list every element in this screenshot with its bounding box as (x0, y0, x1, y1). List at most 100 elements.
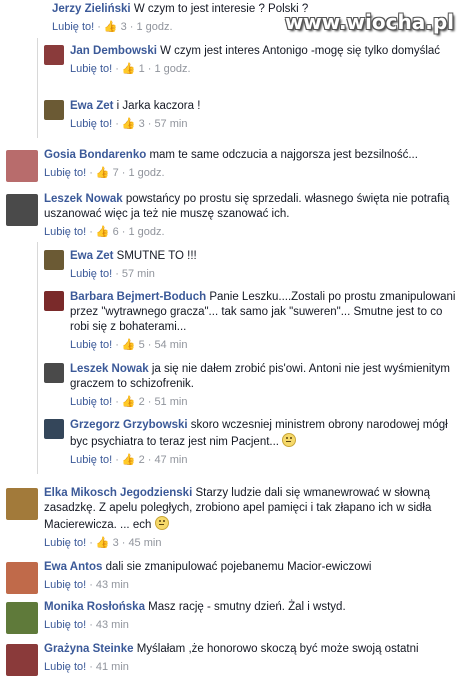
like-button[interactable]: Lubię to! (70, 268, 112, 280)
like-count: 6 (112, 226, 119, 238)
comment-author[interactable]: Ewa Antos (44, 561, 102, 573)
like-button[interactable]: Lubię to! (44, 661, 86, 673)
comment-author[interactable]: Ewa Zet (70, 250, 113, 262)
like-button[interactable]: Lubię to! (52, 21, 94, 33)
comment-author[interactable]: Grażyna Steinke (44, 643, 133, 655)
comment-meta: Lubię to! · 👍 5 · 54 min (70, 339, 188, 351)
comment: Grażyna Steinke Myślałam ,że honorowo sk… (6, 642, 464, 676)
timestamp[interactable]: 51 min (154, 396, 187, 408)
timestamp[interactable]: 57 min (122, 268, 155, 280)
avatar[interactable] (6, 488, 38, 520)
like-button[interactable]: Lubię to! (70, 63, 112, 75)
like-count: 3 (112, 537, 119, 549)
comment-text: dali sie zmanipulować pojebanemu Macior-… (105, 561, 372, 573)
timestamp[interactable]: 1 godz. (128, 226, 164, 238)
timestamp[interactable]: 1 godz. (136, 21, 172, 33)
like-count: 3 (138, 118, 145, 130)
timestamp[interactable]: 54 min (154, 339, 187, 351)
comment-author[interactable]: Jan Dembowski (70, 45, 157, 57)
timestamp[interactable]: 41 min (96, 661, 129, 673)
like-button[interactable]: Lubię to! (70, 396, 112, 408)
reply: Leszek Nowak ja się nie dałem zrobić pis… (44, 362, 464, 410)
comment-author[interactable]: Elka Mikosch Jegodzienski (44, 487, 192, 499)
thumbs-up-icon: 👍 (95, 537, 110, 549)
comment-meta: Lubię to! · 43 min (44, 619, 129, 631)
timestamp[interactable]: 1 godz. (128, 167, 164, 179)
comment-meta: Lubię to! · 41 min (44, 661, 129, 673)
like-button[interactable]: Lubię to! (44, 537, 86, 549)
avatar[interactable] (44, 45, 64, 65)
reply: Barbara Bejmert-Boduch Panie Leszku....Z… (44, 290, 464, 353)
comment-meta: Lubię to! · 👍 3 · 45 min (44, 537, 162, 549)
comment-author[interactable]: Jerzy Zieliński (52, 3, 131, 15)
avatar[interactable] (44, 419, 64, 439)
avatar[interactable] (6, 562, 38, 594)
avatar[interactable] (44, 100, 64, 120)
timestamp[interactable]: 57 min (154, 118, 187, 130)
comment-author[interactable]: Leszek Nowak (44, 193, 123, 205)
comment-text: W czym jest interes Antonigo -mogę się t… (160, 45, 441, 57)
like-button[interactable]: Lubię to! (44, 167, 86, 179)
smiley-icon (282, 433, 297, 447)
comment: Elka Mikosch Jegodzienski Starzy ludzie … (6, 486, 464, 551)
comment-author[interactable]: Monika Rosłońska (44, 601, 145, 613)
comment-author[interactable]: Leszek Nowak (70, 363, 149, 375)
comment-author[interactable]: Barbara Bejmert-Boduch (70, 291, 206, 303)
like-count: 1 (138, 63, 145, 75)
avatar[interactable] (6, 150, 38, 182)
reply: Grzegorz Grzybowski skoro wczesniej mini… (44, 418, 464, 468)
smiley-icon (154, 516, 169, 530)
avatar[interactable] (44, 250, 64, 270)
comment: Monika Rosłońska Masz rację - smutny dzi… (6, 600, 464, 634)
comment-meta: Lubię to! · 👍 6 · 1 godz. (44, 226, 165, 238)
reply: Ewa Zet SMUTNE TO !!! Lubię to! · 57 min (44, 249, 464, 282)
thumbs-up-icon: 👍 (121, 454, 136, 466)
comment-text: SMUTNE TO !!! (116, 250, 197, 262)
reply: Jan Dembowski W czym jest interes Antoni… (44, 44, 464, 77)
like-count: 5 (138, 339, 145, 351)
comment-author[interactable]: Gosia Bondarenko (44, 149, 146, 161)
like-button[interactable]: Lubię to! (70, 454, 112, 466)
like-count: 2 (138, 396, 145, 408)
reply: Ewa Zet i Jarka kaczora ! Lubię to! · 👍 3 ·… (44, 99, 464, 132)
comment-meta: Lubię to! · 57 min (70, 268, 155, 280)
like-button[interactable]: Lubię to! (44, 619, 86, 631)
reply-thread-line (37, 242, 38, 474)
thumbs-up-icon: 👍 (121, 63, 136, 75)
avatar[interactable] (6, 644, 38, 676)
comment-text: i Jarka kaczora ! (116, 100, 201, 112)
like-button[interactable]: Lubię to! (70, 118, 112, 130)
like-button[interactable]: Lubię to! (44, 226, 86, 238)
avatar[interactable] (6, 602, 38, 634)
avatar[interactable] (44, 291, 64, 311)
thumbs-up-icon: 👍 (103, 21, 118, 33)
timestamp[interactable]: 43 min (96, 619, 129, 631)
like-count: 2 (138, 454, 145, 466)
comment-meta: Lubię to! · 👍 1 · 1 godz. (70, 63, 191, 75)
comment-text: W czym to jest interesie ? Polski ? (133, 3, 309, 15)
avatar[interactable] (6, 194, 38, 226)
comment: Ewa Antos dali sie zmanipulować pojebane… (6, 560, 464, 594)
timestamp[interactable]: 1 godz. (154, 63, 190, 75)
timestamp[interactable]: 45 min (128, 537, 161, 549)
like-button[interactable]: Lubię to! (44, 579, 86, 591)
like-button[interactable]: Lubię to! (70, 339, 112, 351)
comment-meta: Lubię to! · 👍 2 · 47 min (70, 454, 188, 466)
comment-author[interactable]: Ewa Zet (70, 100, 113, 112)
comment-meta: Lubię to! · 👍 3 · 57 min (70, 118, 188, 130)
site-watermark: www.wiocha.pl (284, 10, 454, 34)
avatar[interactable] (44, 363, 64, 383)
comment: Gosia Bondarenko mam te same odczucia a … (6, 148, 464, 182)
comment-text: Masz rację - smutny dzień. Żal i wstyd. (148, 601, 346, 613)
comment-author[interactable]: Grzegorz Grzybowski (70, 419, 188, 431)
thumbs-up-icon: 👍 (121, 396, 136, 408)
like-count: 7 (112, 167, 119, 179)
thumbs-up-icon: 👍 (95, 167, 110, 179)
thumbs-up-icon: 👍 (121, 118, 136, 130)
comment: Leszek Nowak powstańcy po prostu się spr… (6, 192, 464, 240)
timestamp[interactable]: 47 min (154, 454, 187, 466)
timestamp[interactable]: 43 min (96, 579, 129, 591)
comment-text: mam te same odczucia a najgorsza jest be… (149, 149, 418, 161)
thumbs-up-icon: 👍 (95, 226, 110, 238)
like-count: 3 (120, 21, 127, 33)
